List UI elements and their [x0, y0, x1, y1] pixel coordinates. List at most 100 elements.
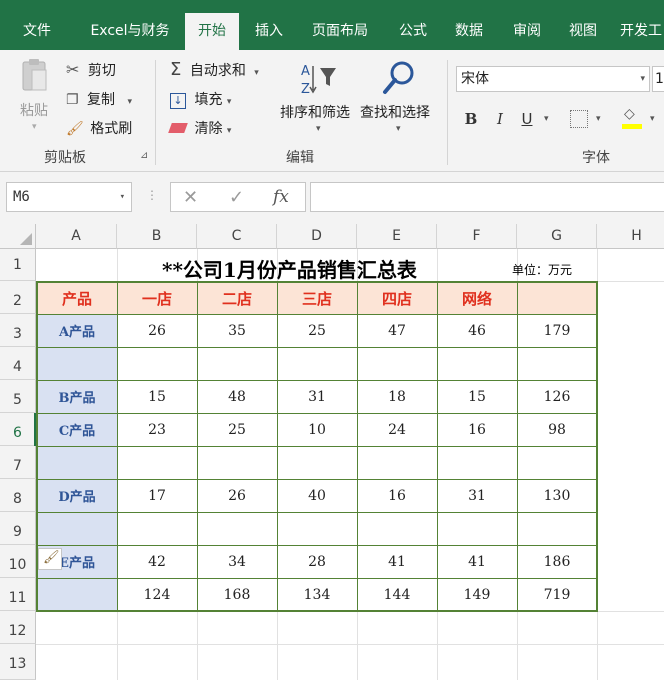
value-cell[interactable]: 134 — [277, 578, 357, 611]
fill-color-button[interactable]: ◇ — [622, 106, 642, 130]
value-cell[interactable]: 41 — [437, 545, 517, 578]
row-header-2[interactable]: 2 — [0, 281, 36, 314]
header-cell[interactable]: 产品 — [37, 282, 117, 314]
product-cell[interactable] — [37, 446, 117, 479]
value-cell[interactable]: 46 — [437, 314, 517, 347]
value-cell[interactable]: 98 — [517, 413, 597, 446]
row-header-13[interactable]: 13 — [0, 644, 36, 680]
row-header-1[interactable]: 1 — [0, 249, 36, 281]
value-cell[interactable]: 144 — [357, 578, 437, 611]
value-cell[interactable] — [117, 512, 197, 545]
value-cell[interactable] — [357, 446, 437, 479]
column-header-b[interactable]: B — [117, 224, 197, 249]
product-cell[interactable] — [37, 578, 117, 611]
chevron-down-icon[interactable]: ▾ — [650, 114, 655, 124]
value-cell[interactable]: 24 — [357, 413, 437, 446]
product-cell[interactable]: A产品 — [37, 314, 117, 347]
header-cell[interactable]: 四店 — [357, 282, 437, 314]
value-cell[interactable]: 31 — [437, 479, 517, 512]
value-cell[interactable]: 18 — [357, 380, 437, 413]
paste-button[interactable]: 粘贴 ▾ — [12, 56, 58, 136]
row-header-5[interactable]: 5 — [0, 380, 36, 413]
value-cell[interactable]: 35 — [197, 314, 277, 347]
value-cell[interactable]: 16 — [437, 413, 517, 446]
borders-icon[interactable] — [570, 110, 588, 128]
value-cell[interactable]: 186 — [517, 545, 597, 578]
header-cell[interactable] — [517, 282, 597, 314]
column-header-h[interactable]: H — [597, 224, 664, 249]
row-header-6[interactable]: 6 — [0, 413, 36, 446]
italic-button[interactable]: I — [489, 108, 511, 130]
value-cell[interactable]: 16 — [357, 479, 437, 512]
worksheet-grid[interactable]: A B C D E F G H 1 2 3 4 5 6 7 8 9 10 11 … — [0, 224, 664, 680]
product-cell[interactable]: D产品 — [37, 479, 117, 512]
row-header-10[interactable]: 10 — [0, 545, 36, 578]
clear-button[interactable]: 清除 ▾ — [168, 118, 231, 138]
product-cell[interactable] — [37, 512, 117, 545]
value-cell[interactable]: 179 — [517, 314, 597, 347]
tab-page-layout[interactable]: 页面布局 — [302, 13, 378, 50]
cancel-icon[interactable]: ✕ — [183, 187, 198, 208]
tab-view[interactable]: 视图 — [560, 13, 606, 50]
tab-excel-finance[interactable]: Excel与财务 — [80, 13, 180, 50]
tab-formulas[interactable]: 公式 — [390, 13, 436, 50]
value-cell[interactable] — [517, 446, 597, 479]
value-cell[interactable]: 149 — [437, 578, 517, 611]
cut-button[interactable]: ✂ 剪切 — [66, 60, 116, 80]
tab-home[interactable]: 开始 — [185, 13, 239, 50]
row-header-7[interactable]: 7 — [0, 446, 36, 479]
value-cell[interactable] — [437, 512, 517, 545]
row-header-4[interactable]: 4 — [0, 347, 36, 380]
value-cell[interactable]: 126 — [517, 380, 597, 413]
name-box[interactable]: M6 ▾ — [6, 182, 132, 212]
value-cell[interactable]: 168 — [197, 578, 277, 611]
value-cell[interactable]: 34 — [197, 545, 277, 578]
value-cell[interactable]: 48 — [197, 380, 277, 413]
value-cell[interactable]: 40 — [277, 479, 357, 512]
tab-file[interactable]: 文件 — [14, 13, 60, 50]
chevron-down-icon[interactable]: ▾ — [544, 114, 549, 124]
column-header-a[interactable]: A — [36, 224, 117, 249]
value-cell[interactable]: 31 — [277, 380, 357, 413]
select-all-button[interactable] — [0, 224, 36, 249]
format-painter-button[interactable]: 🖌 格式刷 — [66, 118, 132, 138]
value-cell[interactable]: 17 — [117, 479, 197, 512]
value-cell[interactable]: 124 — [117, 578, 197, 611]
value-cell[interactable] — [277, 512, 357, 545]
value-cell[interactable]: 47 — [357, 314, 437, 347]
value-cell[interactable] — [357, 347, 437, 380]
row-header-9[interactable]: 9 — [0, 512, 36, 545]
value-cell[interactable]: 26 — [197, 479, 277, 512]
value-cell[interactable] — [277, 347, 357, 380]
row-header-8[interactable]: 8 — [0, 479, 36, 512]
value-cell[interactable] — [437, 446, 517, 479]
row-header-12[interactable]: 12 — [0, 611, 36, 644]
value-cell[interactable]: 130 — [517, 479, 597, 512]
tab-developer[interactable]: 开发工 — [620, 13, 664, 50]
column-header-c[interactable]: C — [197, 224, 277, 249]
value-cell[interactable] — [197, 347, 277, 380]
value-cell[interactable] — [277, 446, 357, 479]
formula-input[interactable] — [310, 182, 664, 212]
value-cell[interactable]: 23 — [117, 413, 197, 446]
value-cell[interactable] — [197, 446, 277, 479]
column-header-e[interactable]: E — [357, 224, 437, 249]
value-cell[interactable]: 25 — [197, 413, 277, 446]
tab-data[interactable]: 数据 — [446, 13, 492, 50]
header-cell[interactable]: 网络 — [437, 282, 517, 314]
sort-filter-button[interactable]: A Z 排序和筛选 ▾ — [280, 56, 358, 140]
paste-options-button[interactable]: 🖌 — [38, 548, 62, 570]
insert-function-icon[interactable]: fx — [273, 187, 289, 207]
value-cell[interactable]: 26 — [117, 314, 197, 347]
product-cell[interactable]: C产品 — [37, 413, 117, 446]
product-cell[interactable] — [37, 347, 117, 380]
value-cell[interactable]: 15 — [437, 380, 517, 413]
value-cell[interactable] — [117, 347, 197, 380]
header-cell[interactable]: 三店 — [277, 282, 357, 314]
row-header-11[interactable]: 11 — [0, 578, 36, 611]
dialog-launcher-icon[interactable]: ⊿ — [140, 150, 148, 161]
header-cell[interactable]: 二店 — [197, 282, 277, 314]
value-cell[interactable]: 28 — [277, 545, 357, 578]
value-cell[interactable] — [517, 347, 597, 380]
column-header-g[interactable]: G — [517, 224, 597, 249]
